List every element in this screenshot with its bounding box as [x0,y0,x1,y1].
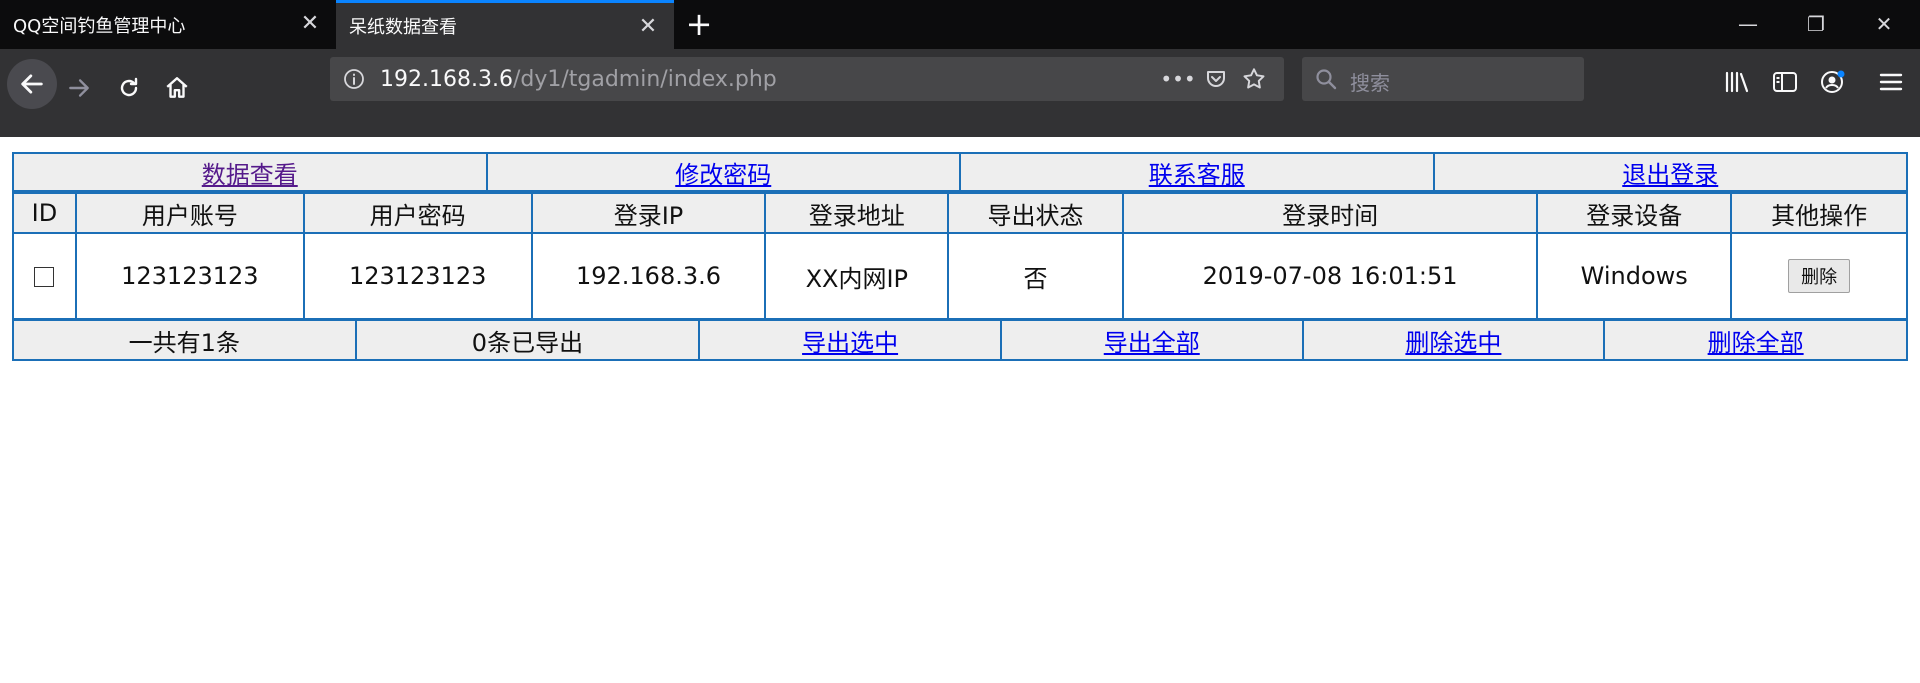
table-row: 123123123 123123123 192.168.3.6 XX内网IP 否… [12,232,1908,320]
exported-count: 0条已导出 [354,319,701,361]
library-icon[interactable] [1722,67,1752,97]
footer-cell: 导出全部 [999,319,1304,361]
url-path: /dy1/tgadmin/index.php [512,67,777,92]
delete-all-link[interactable]: 删除全部 [1708,329,1804,357]
close-icon[interactable]: ✕ [298,12,322,36]
back-button[interactable] [7,59,57,109]
url-host: 192.168.3.6 [380,67,513,92]
arrow-right-icon [69,79,89,97]
cell-export-status: 否 [947,232,1124,320]
nav-link-logout[interactable]: 退出登录 [1622,161,1718,189]
new-tab-button[interactable]: + [684,8,714,40]
column-header-login-time: 登录时间 [1121,192,1539,234]
tab-bar: QQ空间钓鱼管理中心 ✕ 呆纸数据查看 ✕ + — ❐ ✕ [0,0,1920,49]
cell-account: 123123123 [74,232,305,320]
cell-actions: 删除 [1730,232,1908,320]
nav-cell: 退出登录 [1432,152,1908,192]
delete-selected-link[interactable]: 删除选中 [1405,329,1501,357]
column-header-ip: 登录IP [530,192,767,234]
column-header-password: 用户密码 [302,192,533,234]
cell-location: XX内网IP [764,232,950,320]
search-bar[interactable]: 搜索 [1302,57,1584,101]
column-header-export-status: 导出状态 [947,192,1124,234]
home-button[interactable] [156,67,198,109]
nav-table: 数据查看 修改密码 联系客服 退出登录 [12,152,1908,192]
data-table: ID 用户账号 用户密码 登录IP 登录地址 导出状态 登录时间 登录设备 其他… [12,192,1908,320]
footer-cell: 导出选中 [698,319,1002,361]
delete-button[interactable]: 删除 [1788,259,1851,293]
page-content: 数据查看 修改密码 联系客服 退出登录 ID 用户账号 用户密码 登录IP 登录… [0,137,1920,683]
row-select-cell [12,232,77,320]
cell-device: Windows [1536,232,1733,320]
nav-cell: 修改密码 [485,152,961,192]
sidebar-icon[interactable] [1770,67,1800,97]
page-actions-icon[interactable]: ••• [1160,65,1195,93]
tab-title: 呆纸数据查看 [349,17,457,38]
export-selected-link[interactable]: 导出选中 [802,329,898,357]
url-text[interactable]: 192.168.3.6/dy1/tgadmin/index.php [380,67,777,92]
footer-table: 一共有1条 0条已导出 导出选中 导出全部 删除选中 删除全部 [12,319,1908,361]
table-header-row: ID 用户账号 用户密码 登录IP 登录地址 导出状态 登录时间 登录设备 其他… [12,192,1908,234]
arrow-left-icon [21,74,43,94]
home-icon [166,77,188,98]
cell-ip: 192.168.3.6 [530,232,767,320]
cell-password: 123123123 [302,232,533,320]
export-all-link[interactable]: 导出全部 [1104,329,1200,357]
nav-link-change-password[interactable]: 修改密码 [675,161,771,189]
column-header-location: 登录地址 [764,192,950,234]
window-close-button[interactable]: ✕ [1866,8,1902,40]
row-checkbox[interactable] [34,267,55,287]
restore-button[interactable]: ❐ [1798,8,1834,40]
total-count: 一共有1条 [12,319,357,361]
tab-data-view[interactable]: 呆纸数据查看 ✕ [336,0,674,49]
reload-button[interactable] [108,67,150,109]
search-input[interactable]: 搜索 [1350,67,1390,96]
column-header-actions: 其他操作 [1730,192,1908,234]
search-icon [1316,69,1337,90]
footer-cell: 删除选中 [1301,319,1606,361]
nav-cell: 数据查看 [12,152,488,192]
nav-link-data-view[interactable]: 数据查看 [202,161,298,189]
footer-cell: 删除全部 [1603,319,1908,361]
close-icon[interactable]: ✕ [636,15,660,39]
menu-icon[interactable] [1876,67,1906,97]
cell-login-time: 2019-07-08 16:01:51 [1121,232,1539,320]
nav-cell: 联系客服 [959,152,1435,192]
reload-icon [120,77,138,97]
tab-title: QQ空间钓鱼管理中心 [13,15,186,37]
tab-qq-admin[interactable]: QQ空间钓鱼管理中心 ✕ [0,0,336,49]
info-icon[interactable] [340,65,368,93]
column-header-account: 用户账号 [74,192,305,234]
star-icon[interactable] [1240,65,1268,93]
column-header-device: 登录设备 [1536,192,1733,234]
pocket-icon[interactable] [1202,65,1230,93]
minimize-button[interactable]: — [1730,8,1766,40]
forward-button[interactable] [58,67,100,109]
url-bar[interactable]: 192.168.3.6/dy1/tgadmin/index.php ••• [330,57,1284,101]
account-icon[interactable] [1818,67,1848,97]
navigation-toolbar: 192.168.3.6/dy1/tgadmin/index.php ••• 搜索 [0,49,1920,137]
column-header-id: ID [12,192,77,234]
nav-link-contact-support[interactable]: 联系客服 [1149,161,1245,189]
